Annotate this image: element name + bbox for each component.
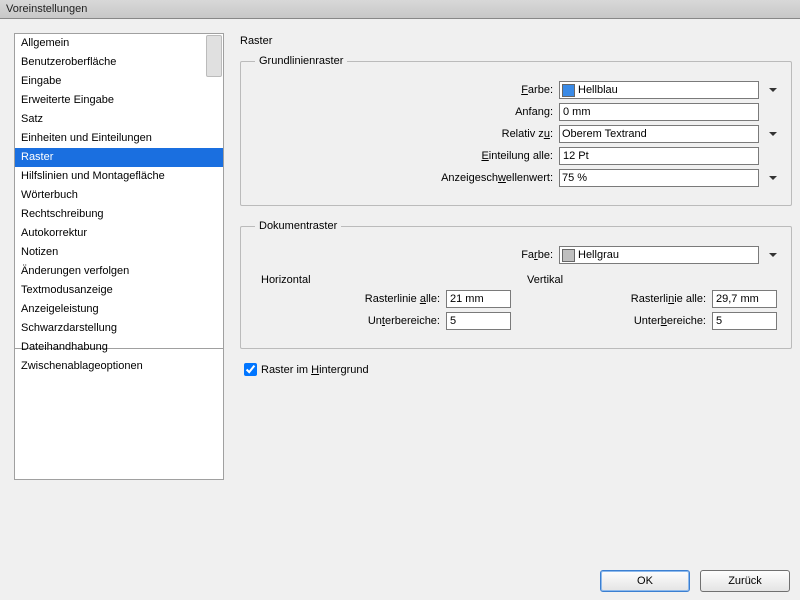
baseline-relative-combo[interactable]: Oberem Textrand bbox=[559, 125, 759, 143]
baseline-relative-value: Oberem Textrand bbox=[562, 128, 756, 140]
h-gridline-input[interactable] bbox=[446, 290, 511, 308]
baseline-relative-label: Relativ zu: bbox=[502, 128, 553, 140]
baseline-start-label: Anfang: bbox=[515, 106, 553, 118]
chevron-down-icon[interactable] bbox=[769, 176, 777, 180]
sidebar-item-erweiterte-eingabe[interactable]: Erweiterte Eingabe bbox=[15, 91, 223, 110]
scrollbar-thumb[interactable] bbox=[206, 35, 222, 77]
sidebar-item-satz[interactable]: Satz bbox=[15, 110, 223, 129]
chevron-down-icon[interactable] bbox=[769, 253, 777, 257]
v-subdiv-input[interactable] bbox=[712, 312, 777, 330]
h-subdiv-input[interactable] bbox=[446, 312, 511, 330]
sidebar-item-benutzeroberflaeche[interactable]: Benutzeroberfläche bbox=[15, 53, 223, 72]
sidebar-item-aenderungen[interactable]: Änderungen verfolgen bbox=[15, 262, 223, 281]
v-gridline-input[interactable] bbox=[712, 290, 777, 308]
baseline-threshold-combo[interactable]: 75 % bbox=[559, 169, 759, 187]
h-gridline-label: Rasterlinie alle: bbox=[365, 293, 440, 305]
sidebar-item-hilfslinien[interactable]: Hilfslinien und Montagefläche bbox=[15, 167, 223, 186]
sidebar-item-textmodus[interactable]: Textmodusanzeige bbox=[15, 281, 223, 300]
settings-panel: Raster Grundlinienraster Farbe: Hellblau… bbox=[240, 33, 792, 573]
sidebar-item-allgemein[interactable]: Allgemein bbox=[15, 34, 223, 53]
window-titlebar: Voreinstellungen bbox=[0, 0, 800, 19]
ok-button[interactable]: OK bbox=[600, 570, 690, 592]
baseline-threshold-label: Anzeigeschwellenwert: bbox=[441, 172, 553, 184]
baseline-color-label: Farbe: bbox=[521, 84, 553, 96]
sidebar-item-einheiten[interactable]: Einheiten und Einteilungen bbox=[15, 129, 223, 148]
horizontal-label: Horizontal bbox=[261, 274, 511, 286]
sidebar-item-raster[interactable]: Raster bbox=[15, 148, 223, 167]
grids-in-back-row: Raster im Hintergrund bbox=[244, 363, 792, 376]
document-legend: Dokumentraster bbox=[255, 220, 341, 232]
baseline-color-combo[interactable]: Hellblau bbox=[559, 81, 759, 99]
sidebar-item-rechtschreibung[interactable]: Rechtschreibung bbox=[15, 205, 223, 224]
sidebar-item-woerterbuch[interactable]: Wörterbuch bbox=[15, 186, 223, 205]
document-grid-group: Dokumentraster Farbe: Hellgrau Horizonta… bbox=[240, 220, 792, 349]
sidebar-item-zwischenablage[interactable]: Zwischenablageoptionen bbox=[15, 357, 223, 376]
baseline-legend: Grundlinienraster bbox=[255, 55, 347, 67]
grids-in-back-label: Raster im Hintergrund bbox=[261, 364, 369, 376]
document-color-combo[interactable]: Hellgrau bbox=[559, 246, 759, 264]
sidebar-item-autokorrektur[interactable]: Autokorrektur bbox=[15, 224, 223, 243]
v-gridline-label: Rasterlinie alle: bbox=[631, 293, 706, 305]
category-listbox[interactable]: Allgemein Benutzeroberfläche Eingabe Erw… bbox=[14, 33, 224, 349]
sidebar-item-schwarz[interactable]: Schwarzdarstellung bbox=[15, 319, 223, 338]
h-subdiv-label: Unterbereiche: bbox=[368, 315, 440, 327]
sidebar-item-eingabe[interactable]: Eingabe bbox=[15, 72, 223, 91]
baseline-threshold-value: 75 % bbox=[562, 172, 756, 184]
sidebar-item-anzeigeleistung[interactable]: Anzeigeleistung bbox=[15, 300, 223, 319]
sidebar: Allgemein Benutzeroberfläche Eingabe Erw… bbox=[14, 33, 224, 573]
baseline-increment-input[interactable] bbox=[559, 147, 759, 165]
baseline-grid-group: Grundlinienraster Farbe: Hellblau Anfang… bbox=[240, 55, 792, 206]
baseline-color-swatch bbox=[562, 84, 575, 97]
baseline-color-value: Hellblau bbox=[578, 84, 756, 96]
back-button[interactable]: Zurück bbox=[700, 570, 790, 592]
document-color-label: Farbe: bbox=[521, 249, 553, 261]
sidebar-item-dateihandhabung[interactable]: Dateihandhabung bbox=[15, 338, 223, 357]
window-title: Voreinstellungen bbox=[6, 3, 87, 15]
grids-in-back-checkbox[interactable] bbox=[244, 363, 257, 376]
dialog-content: Allgemein Benutzeroberfläche Eingabe Erw… bbox=[0, 19, 800, 573]
baseline-start-input[interactable] bbox=[559, 103, 759, 121]
v-subdiv-label: Unterbereiche: bbox=[634, 315, 706, 327]
vertical-label: Vertikal bbox=[527, 274, 777, 286]
panel-title: Raster bbox=[240, 33, 792, 55]
dialog-buttons: OK Zurück bbox=[600, 570, 790, 592]
document-color-swatch bbox=[562, 249, 575, 262]
baseline-increment-label: Einteilung alle: bbox=[481, 150, 553, 162]
document-color-value: Hellgrau bbox=[578, 249, 756, 261]
chevron-down-icon[interactable] bbox=[769, 88, 777, 92]
vertical-group: Vertikal Rasterlinie alle: Unterbereiche… bbox=[521, 272, 777, 334]
horizontal-group: Horizontal Rasterlinie alle: Unterbereic… bbox=[255, 272, 511, 334]
chevron-down-icon[interactable] bbox=[769, 132, 777, 136]
sidebar-item-notizen[interactable]: Notizen bbox=[15, 243, 223, 262]
